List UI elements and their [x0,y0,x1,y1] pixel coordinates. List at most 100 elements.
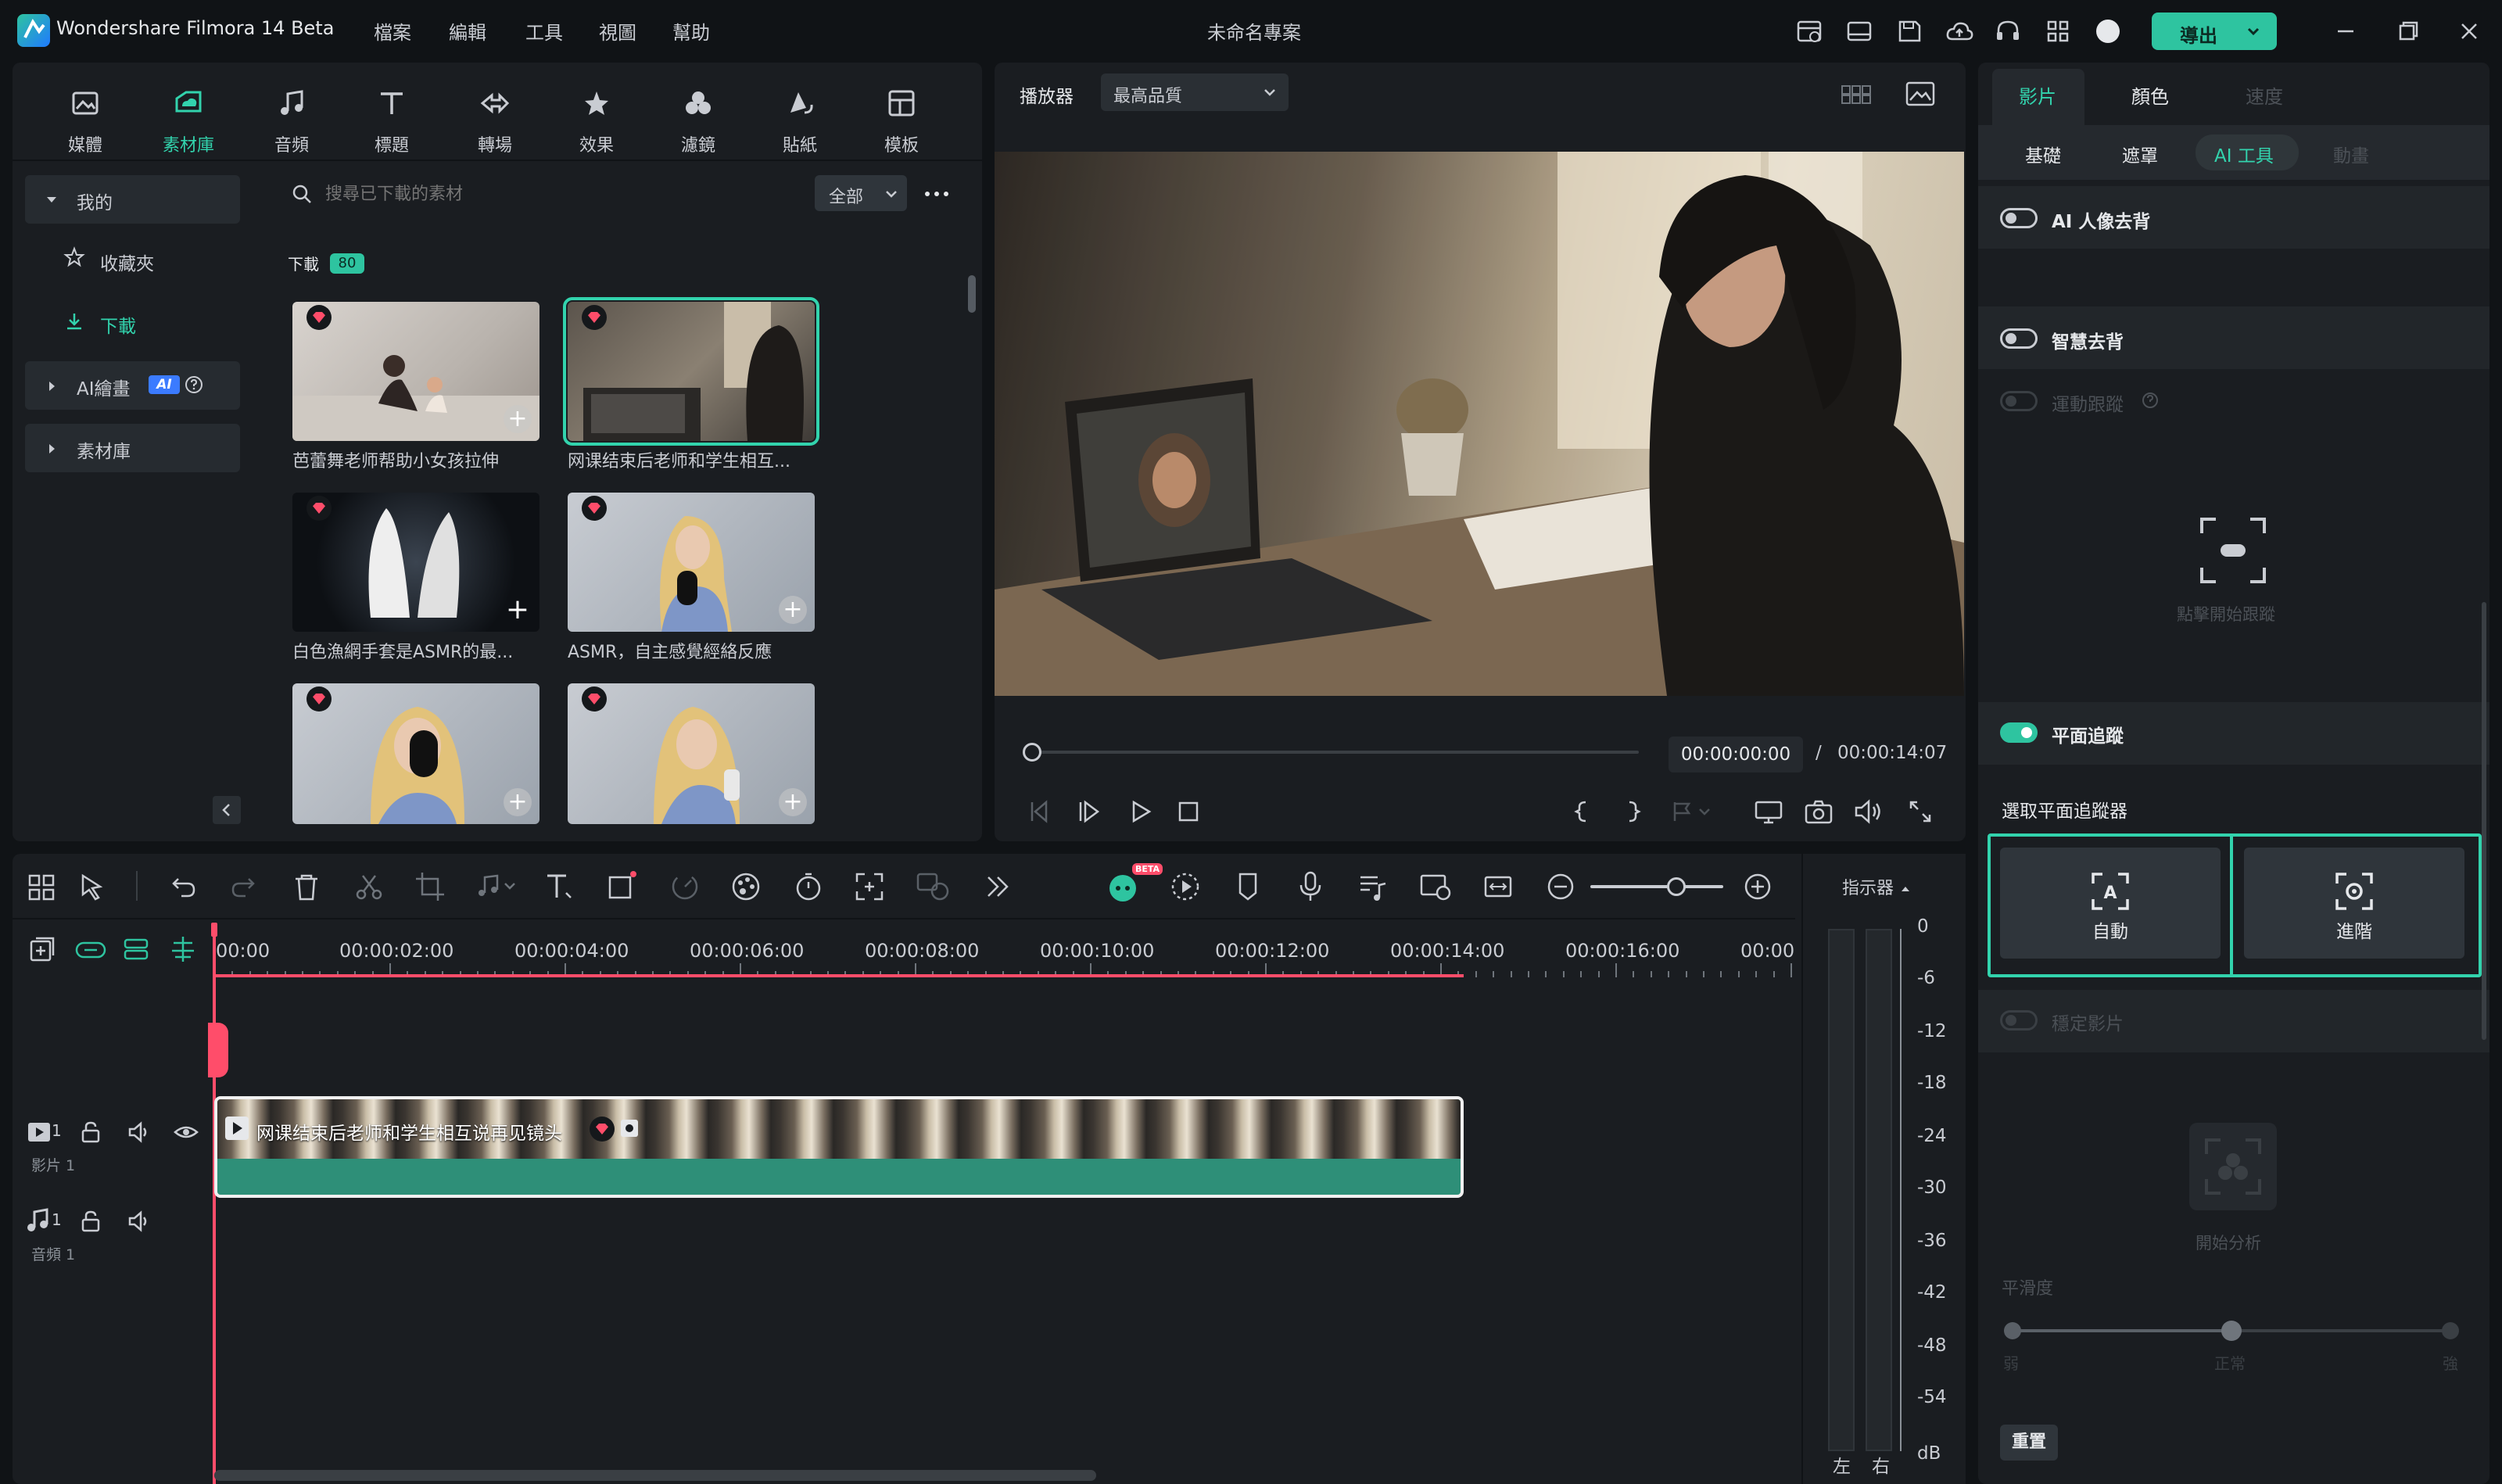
video-clip[interactable]: 网课结束后老师和学生相互说再见镜头 [214,1096,1464,1198]
tab-speed[interactable]: 速度 [2246,81,2283,109]
video-preview[interactable] [995,152,1964,696]
fullscreen-icon[interactable] [1906,798,1934,826]
menu-help[interactable]: 幫助 [672,17,710,45]
redo-icon[interactable] [227,869,261,904]
menu-file[interactable]: 檔案 [374,17,411,45]
tab-color[interactable]: 顏色 [2131,81,2169,109]
add-to-timeline-icon[interactable]: + [779,596,807,624]
media-thumbnail[interactable]: + [292,302,539,441]
menu-edit[interactable]: 編輯 [449,17,486,45]
export-button[interactable]: 導出 [2152,13,2277,50]
volume-icon[interactable] [127,1209,152,1234]
subtab-ai-tools[interactable]: AI 工具 [2214,141,2274,167]
auto-reframe-icon[interactable] [852,869,887,904]
tab-audio[interactable]: 音頻 [249,86,335,156]
crop-icon[interactable] [413,869,447,904]
restore-icon[interactable] [2393,16,2424,47]
undo-icon[interactable] [166,869,200,904]
stop-icon[interactable] [1174,798,1203,826]
sidebar-item-library[interactable]: 素材庫 [25,424,240,472]
snapshot-view-icon[interactable] [1905,78,1936,109]
more-tools-icon[interactable] [980,869,1015,904]
zoom-out-icon[interactable] [1543,869,1578,904]
ai-portrait-toggle[interactable] [2000,208,2038,228]
help-icon[interactable] [2141,391,2160,410]
media-thumbnail[interactable]: + [568,493,815,632]
layout-grid-icon[interactable] [25,869,59,904]
snap-icon[interactable] [167,934,199,965]
grid-view-icon[interactable] [1841,78,1872,109]
media-thumbnail[interactable] [563,297,819,446]
auto-tracker-button[interactable]: A 自動 [2000,848,2221,959]
timeline-scrollbar[interactable] [214,1470,1096,1481]
microphone-icon[interactable] [1293,869,1328,904]
quality-dropdown[interactable]: 最高品質 [1101,73,1289,111]
audio-adjust-icon[interactable] [474,869,515,904]
menu-tools[interactable]: 工具 [525,17,563,45]
smoothness-handle[interactable] [2221,1321,2242,1341]
lock-icon[interactable] [78,1120,103,1145]
sidebar-item-favorites[interactable]: 收藏夾 [25,236,240,285]
volume-icon[interactable] [1853,798,1884,826]
lock-icon[interactable] [78,1209,103,1234]
calendar-icon[interactable] [1794,16,1825,47]
split-icon[interactable] [352,869,386,904]
media-thumbnail[interactable]: + [568,683,815,824]
zoom-slider[interactable] [1590,877,1723,896]
smart-cutout-toggle[interactable] [2000,328,2038,349]
delete-icon[interactable] [289,869,324,904]
shape-icon[interactable] [605,869,640,904]
media-scrollbar[interactable] [968,275,976,313]
timer-icon[interactable] [791,869,826,904]
ai-copilot-button[interactable]: BETA [1104,863,1163,907]
tab-effects[interactable]: 效果 [554,86,640,156]
add-to-timeline-icon[interactable]: + [504,405,532,433]
playhead[interactable] [211,923,217,1484]
mark-out-icon[interactable] [1618,798,1647,826]
filter-dropdown[interactable]: 全部 [815,175,907,211]
color-palette-icon[interactable] [729,869,763,904]
tab-titles[interactable]: 標題 [349,86,435,156]
add-track-icon[interactable] [27,934,58,965]
fit-timeline-icon[interactable] [1481,869,1515,904]
analyze-icon[interactable] [2189,1123,2277,1210]
export-dropdown-icon[interactable] [2244,22,2263,45]
collapse-sidebar-button[interactable] [213,796,241,824]
tab-video[interactable]: 影片 [2019,81,2056,109]
motion-tracking-toggle[interactable] [2000,391,2038,411]
play-icon[interactable] [1126,798,1154,826]
tab-media[interactable]: 媒體 [42,86,128,156]
planar-tracking-toggle[interactable] [2000,722,2038,743]
stabilize-toggle[interactable] [2000,1010,2038,1031]
help-icon[interactable] [185,375,203,394]
speech-to-text-icon[interactable] [915,869,949,904]
smoothness-slider[interactable] [2004,1321,2459,1341]
save-icon[interactable] [1894,16,1925,47]
reset-button[interactable]: 重置 [2000,1425,2058,1461]
step-forward-icon[interactable] [1074,798,1102,826]
subtab-basic[interactable]: 基礎 [2025,141,2061,167]
screen-capture-icon[interactable] [1418,869,1453,904]
menu-view[interactable]: 視圖 [599,17,636,45]
motion-track-icon[interactable] [2199,516,2267,585]
volume-icon[interactable] [127,1120,152,1145]
mark-in-icon[interactable] [1568,798,1597,826]
media-thumbnail[interactable]: + [292,683,539,824]
playback-scrubber[interactable] [1023,743,1639,762]
headset-icon[interactable] [1992,16,2023,47]
select-tool-icon[interactable] [75,869,109,904]
tab-stickers[interactable]: 貼紙 [757,86,843,156]
add-to-timeline-icon[interactable]: + [504,596,532,624]
shield-marker-icon[interactable] [1231,869,1265,904]
display-settings-icon[interactable] [1753,798,1784,826]
tab-templates[interactable]: 模板 [858,86,945,156]
layout-icon[interactable] [1844,16,1875,47]
magnet-icon[interactable] [120,934,152,965]
avatar[interactable] [2092,16,2124,47]
zoom-in-icon[interactable] [1740,869,1775,904]
apps-grid-icon[interactable] [2042,16,2074,47]
subtab-animation[interactable]: 動畫 [2333,141,2369,167]
tab-transitions[interactable]: 轉場 [452,86,538,156]
minimize-icon[interactable] [2330,16,2361,47]
audio-list-icon[interactable] [1356,869,1390,904]
